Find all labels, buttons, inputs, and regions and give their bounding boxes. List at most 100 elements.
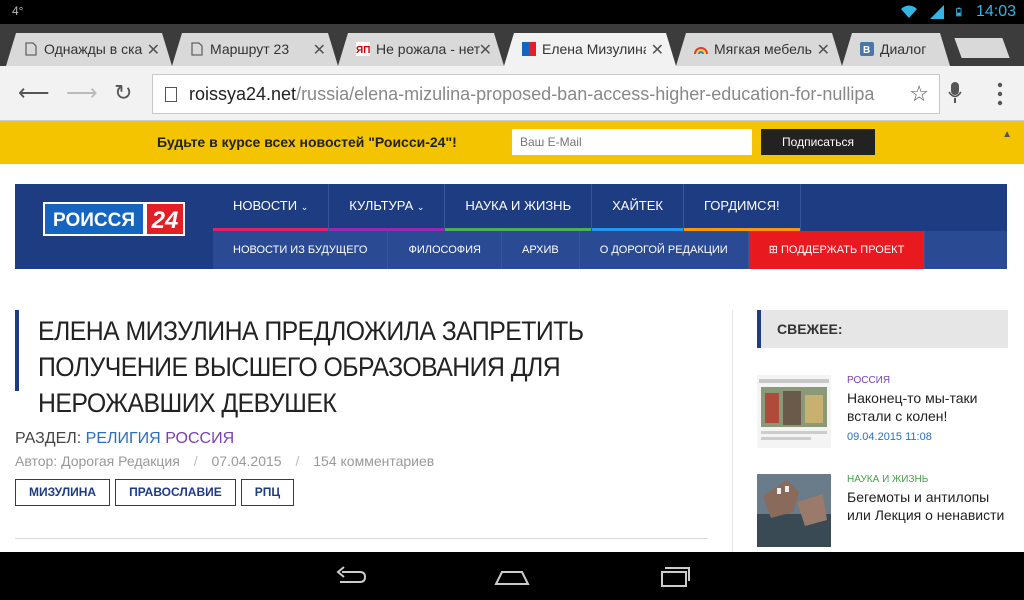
tab-title: Мягкая мебель [714, 41, 812, 57]
close-tab-icon[interactable]: ✕ [651, 40, 664, 60]
tab-title: Елена Мизулина [542, 41, 646, 57]
microphone-icon[interactable] [948, 82, 962, 104]
reload-icon[interactable]: ↻ [114, 80, 132, 106]
browser-tab[interactable]: Маршрут 23 ✕ [172, 33, 338, 66]
tab-title: Однажды в ска [44, 41, 143, 57]
collapse-icon[interactable]: ▲ [1002, 129, 1012, 140]
article-section: РАЗДЕЛ: РЕЛИГИЯ РОССИЯ [15, 430, 234, 448]
news-thumbnail[interactable] [757, 375, 831, 448]
page-icon [24, 42, 38, 56]
sidebar-heading-text: СВЕЖЕЕ: [777, 321, 843, 337]
tab-title: Не рожала - нет [376, 41, 480, 57]
news-category[interactable]: РОССИЯ [847, 375, 890, 386]
nav-label: ХАЙТЕК [612, 198, 663, 213]
nav-item-future-news[interactable]: НОВОСТИ ИЗ БУДУЩЕГО [213, 231, 389, 269]
site-header: РОИССЯ 24 НОВОСТИ ⌄ КУЛЬТУРА ⌄ НАУКА И Ж… [15, 184, 1007, 269]
url-host: roissya24.net [189, 84, 297, 104]
article-title-block: ЕЛЕНА МИЗУЛИНА ПРЕДЛОЖИЛА ЗАПРЕТИТЬ ПОЛУ… [15, 310, 705, 418]
sidebar-news-item[interactable]: НАУКА И ЖИЗНЬ Бегемоты и антилопы или Ле… [757, 474, 1008, 552]
browser-tab-active[interactable]: Елена Мизулина ✕ [504, 33, 676, 66]
vk-favicon-icon: В [860, 42, 874, 56]
status-bar: 4° 14:03 [0, 0, 1024, 24]
recent-apps-icon[interactable] [656, 564, 692, 588]
separator: / [193, 453, 198, 469]
logo-word: РОИССЯ [43, 202, 145, 236]
address-bar[interactable]: roissya24.net/russia/elena-mizulina-prop… [152, 74, 940, 114]
roissya24-favicon-icon [522, 42, 536, 56]
article-date: 07.04.2015 [211, 453, 282, 469]
close-tab-icon[interactable]: ✕ [817, 40, 830, 60]
section-link-religion[interactable]: РЕЛИГИЯ [86, 430, 161, 447]
article-comments[interactable]: 154 комментариев [313, 453, 434, 469]
close-tab-icon[interactable]: ✕ [147, 40, 160, 60]
new-tab-button[interactable] [954, 38, 1010, 58]
divider [15, 538, 708, 539]
logo-number: 24 [145, 202, 185, 236]
tag-rpc[interactable]: РПЦ [240, 479, 295, 506]
tag-mizulina[interactable]: МИЗУЛИНА [15, 479, 111, 506]
news-thumbnail[interactable] [757, 474, 831, 547]
wifi-icon [900, 5, 917, 18]
nav-label: НОВОСТИ [233, 198, 298, 213]
yap-favicon-icon: ЯП [356, 42, 370, 56]
svg-text:ЯП: ЯП [356, 45, 370, 56]
back-arrow-icon[interactable]: ⟵ [18, 80, 50, 106]
bookmark-star-icon[interactable]: ☆ [909, 81, 929, 107]
nav-item-editorial[interactable]: О ДОРОГОЙ РЕДАКЦИИ [580, 231, 749, 269]
email-input[interactable] [512, 129, 752, 155]
back-icon[interactable] [332, 564, 368, 588]
gift-icon: ⊞ [768, 244, 778, 256]
nav-item-science[interactable]: НАУКА И ЖИЗНЬ [445, 184, 593, 231]
tag-orthodoxy[interactable]: ПРАВОСЛАВИЕ [115, 479, 236, 506]
tab-title: Диалог [880, 41, 927, 57]
nav-item-philosophy[interactable]: ФИЛОСОФИЯ [388, 231, 502, 269]
url-text[interactable]: roissya24.net/russia/elena-mizulina-prop… [189, 84, 897, 105]
subscribe-bar: Будьте в курсе всех новостей "Роисси-24"… [0, 121, 1024, 164]
sidebar-news-item[interactable]: РОССИЯ Наконец-то мы-таки встали с колен… [757, 375, 1008, 455]
section-link-russia[interactable]: РОССИЯ [165, 430, 234, 447]
separator: / [295, 453, 300, 469]
news-headline[interactable]: Бегемоты и антилопы или Лекция о ненавис… [847, 488, 1007, 524]
battery-icon [956, 7, 962, 17]
rainbow-favicon-icon [694, 42, 708, 56]
page-icon [165, 87, 177, 102]
signal-icon [929, 5, 944, 19]
home-icon[interactable] [494, 564, 530, 588]
nav-item-hitech[interactable]: ХАЙТЕК [592, 184, 684, 231]
close-tab-icon[interactable]: ✕ [479, 40, 492, 60]
article-author[interactable]: Автор: Дорогая Редакция [15, 453, 180, 469]
nav-label: КУЛЬТУРА [349, 198, 414, 213]
system-nav-bar [0, 552, 1024, 600]
sidebar-divider [732, 310, 733, 552]
forward-arrow-icon[interactable]: ⟶ [66, 80, 98, 106]
article-meta: Автор: Дорогая Редакция / 07.04.2015 / 1… [15, 453, 434, 469]
nav-label: НАУКА И ЖИЗНЬ [465, 198, 572, 213]
subscribe-message: Будьте в курсе всех новостей "Роисси-24"… [157, 134, 457, 150]
nav-item-proud[interactable]: ГОРДИМСЯ! [683, 184, 801, 231]
svg-text:В: В [863, 45, 870, 56]
news-category[interactable]: НАУКА И ЖИЗНЬ [847, 474, 928, 485]
page-icon [190, 42, 204, 56]
nav-item-archive[interactable]: АРХИВ [502, 231, 580, 269]
browser-tab[interactable]: В Диалог [842, 33, 950, 66]
browser-tab[interactable]: ЯП Не рожала - нет ✕ [338, 33, 504, 66]
tab-title: Маршрут 23 [210, 41, 290, 57]
donate-label: ПОДДЕРЖАТЬ ПРОЕКТ [780, 244, 905, 256]
subscribe-button[interactable]: Подписаться [761, 129, 875, 155]
nav-item-culture[interactable]: КУЛЬТУРА ⌄ [329, 184, 446, 231]
web-page: Будьте в курсе всех новостей "Роисси-24"… [0, 121, 1024, 552]
browser-tab[interactable]: Однажды в ска ✕ [6, 33, 172, 66]
nav-item-news[interactable]: НОВОСТИ ⌄ [213, 184, 330, 231]
donate-button[interactable]: ⊞ ПОДДЕРЖАТЬ ПРОЕКТ [748, 231, 926, 269]
browser-toolbar: ⟵ ⟶ ↻ roissya24.net/russia/elena-mizulin… [0, 66, 1024, 121]
chevron-down-icon: ⌄ [300, 202, 309, 212]
browser-tab[interactable]: Мягкая мебель ✕ [676, 33, 842, 66]
section-label: РАЗДЕЛ: [15, 430, 82, 447]
menu-dots-icon[interactable] [996, 82, 1004, 106]
clock: 14:03 [975, 3, 1016, 20]
primary-nav: НОВОСТИ ⌄ КУЛЬТУРА ⌄ НАУКА И ЖИЗНЬ ХАЙТЕ… [213, 184, 801, 231]
news-headline[interactable]: Наконец-то мы-таки встали с колен! [847, 389, 1007, 425]
close-tab-icon[interactable]: ✕ [313, 40, 326, 60]
url-path: /russia/elena-mizulina-proposed-ban-acce… [296, 84, 875, 104]
chevron-down-icon: ⌄ [416, 202, 425, 212]
